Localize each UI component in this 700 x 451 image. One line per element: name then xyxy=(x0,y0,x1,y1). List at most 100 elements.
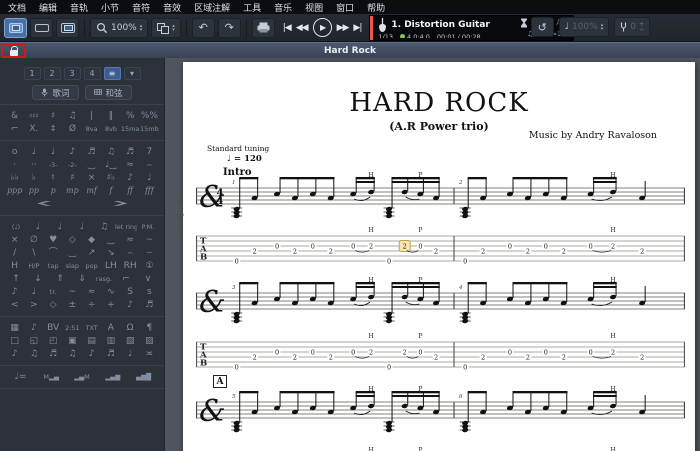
palette-icon[interactable]: ↑ xyxy=(5,273,27,285)
palette-icon[interactable]: ▄▆█ xyxy=(128,371,159,383)
loop-button[interactable]: ↺ xyxy=(530,17,554,37)
palette-icon[interactable]: ▧ xyxy=(121,335,140,347)
palette-icon[interactable]: ♬ xyxy=(44,348,63,360)
palette-icon[interactable]: ♩ xyxy=(44,146,63,158)
palette-icon[interactable]: ↓ xyxy=(27,273,49,285)
palette-icon[interactable]: ≈ xyxy=(121,234,140,246)
palette-icon[interactable]: \ xyxy=(24,247,43,259)
palette-icon[interactable]: ♬ xyxy=(121,146,140,158)
palette-icon[interactable]: H xyxy=(5,260,24,272)
palette-icon[interactable]: let ring xyxy=(115,221,137,233)
palette-icon[interactable]: & xyxy=(5,110,24,122)
palette-icon[interactable]: BV xyxy=(44,322,63,334)
palette-icon[interactable]: ♫ xyxy=(63,348,82,360)
palette-icon[interactable]: ♬ xyxy=(140,299,159,311)
screen-view-button[interactable] xyxy=(30,17,53,38)
speed-control[interactable]: ♩ 100% ▴ ▾ xyxy=(558,17,610,37)
palette-icon[interactable]: tr. xyxy=(44,286,63,298)
palette-icon[interactable]: ·· xyxy=(24,159,43,171)
page-layout-stepper[interactable]: ▴ ▾ xyxy=(172,23,175,32)
palette-icon[interactable]: ◇ xyxy=(44,299,63,311)
palette-icon[interactable]: ♪ xyxy=(24,322,43,334)
palette-icon[interactable]: ♬ xyxy=(82,146,101,158)
palette-icon[interactable]: ⟩ xyxy=(82,198,159,210)
palette-icon[interactable]: ÷ xyxy=(82,299,101,311)
palette-icon[interactable]: ♪ xyxy=(63,146,82,158)
palette-icon[interactable]: ⌢ xyxy=(121,247,140,259)
palette-icon[interactable]: ♪ xyxy=(121,299,140,311)
palette-icon[interactable]: ♯♭ xyxy=(101,172,120,184)
go-to-start-button[interactable]: |◀ xyxy=(283,23,292,33)
palette-icon[interactable]: ♩ xyxy=(27,221,49,233)
palette-icon[interactable]: ⌐ xyxy=(115,273,137,285)
palette-icon[interactable]: ⟨ xyxy=(5,198,82,210)
speed-stepper[interactable]: ▴ ▾ xyxy=(601,23,604,32)
palette-icon[interactable]: ♩ xyxy=(71,221,93,233)
palette-icon[interactable]: ~ xyxy=(63,286,82,298)
palette-icon[interactable]: ≈ xyxy=(82,286,101,298)
palette-icon[interactable]: ∿ xyxy=(101,286,120,298)
palette-icon[interactable]: ♪ xyxy=(5,348,24,360)
voice-button[interactable]: 3 xyxy=(63,67,81,80)
tablature-staff[interactable]: TABHPH020202020202020202022 xyxy=(196,444,685,451)
palette-icon[interactable]: ≍ xyxy=(140,348,159,360)
palette-icon[interactable]: ⇓ xyxy=(71,273,93,285)
palette-icon[interactable]: ♩ xyxy=(49,221,71,233)
palette-icon[interactable]: H/P xyxy=(24,260,43,272)
palette-icon[interactable]: ♫ xyxy=(24,348,43,360)
redo-button[interactable]: ↷ xyxy=(217,17,241,38)
palette-icon[interactable]: < xyxy=(5,299,24,311)
palette-icon[interactable]: ∨ xyxy=(137,273,159,285)
palette-icon[interactable]: ‿ xyxy=(101,234,120,246)
play-button[interactable]: ▶ xyxy=(312,18,332,37)
palette-icon[interactable]: ▨ xyxy=(140,335,159,347)
palette-icon[interactable]: pop xyxy=(82,260,101,272)
palette-icon[interactable]: ♪ xyxy=(5,286,24,298)
lyrics-button[interactable]: 歌词 xyxy=(32,85,79,100)
menu-item[interactable]: 窗口 xyxy=(336,1,354,14)
palette-icon[interactable]: %% xyxy=(140,110,159,122)
palette-icon[interactable]: ♪ xyxy=(121,172,140,184)
transpose-control[interactable]: 0 + − xyxy=(614,17,650,37)
menu-item[interactable]: 小节 xyxy=(101,1,119,14)
palette-icon[interactable]: ♫ xyxy=(101,146,120,158)
voice-button[interactable]: 1 xyxy=(23,67,41,80)
palette-icon[interactable]: f xyxy=(101,185,120,197)
palette-icon[interactable]: p xyxy=(44,185,63,197)
tablature-staff[interactable]: TABHPH020202020202020202022 xyxy=(196,224,685,268)
menu-item[interactable]: 音效 xyxy=(163,1,181,14)
zoom-stepper[interactable]: ▴ ▾ xyxy=(140,23,143,32)
menu-item[interactable]: 音轨 xyxy=(70,1,88,14)
palette-icon[interactable]: ♩ xyxy=(24,146,43,158)
lock-icon[interactable] xyxy=(9,45,18,56)
palette-icon[interactable]: ⌒ xyxy=(44,247,63,259)
palette-icon[interactable]: ¶ xyxy=(140,322,159,334)
palette-icon[interactable]: % xyxy=(121,110,140,122)
palette-icon[interactable]: LH xyxy=(101,260,120,272)
palette-icon[interactable]: × xyxy=(82,172,101,184)
palette-icon[interactable]: -3- xyxy=(44,159,63,171)
collapse-palette-button[interactable]: ▾ xyxy=(123,67,141,80)
palette-icon[interactable]: ▣ xyxy=(63,335,82,347)
undo-button[interactable]: ↶ xyxy=(191,17,215,38)
palette-icon[interactable]: ‿ xyxy=(63,247,82,259)
palette-icon[interactable]: ♥ xyxy=(44,234,63,246)
palette-icon[interactable]: pp xyxy=(24,185,43,197)
palette-icon[interactable]: ♬ xyxy=(101,348,120,360)
palette-icon[interactable]: ▤ xyxy=(82,335,101,347)
palette-icon[interactable]: ♯ xyxy=(44,110,63,122)
palette-icon[interactable]: ‿ xyxy=(82,159,101,171)
palette-icon[interactable]: ♫ xyxy=(63,110,82,122)
notation-staff[interactable]: & 3 4H P H xyxy=(196,273,685,325)
palette-icon[interactable]: ▂▄▆ xyxy=(97,371,128,383)
palette-icon[interactable]: 7 xyxy=(140,146,159,158)
palette-icon[interactable]: ‖ xyxy=(101,110,120,122)
palette-icon[interactable]: 8va xyxy=(82,123,101,135)
palette-icon[interactable]: ♩‿ xyxy=(101,159,120,171)
palette-icon[interactable]: ± xyxy=(63,299,82,311)
chords-button[interactable]: 和弦 xyxy=(84,85,132,100)
multivoice-button[interactable]: ≡ xyxy=(103,67,121,80)
palette-icon[interactable]: RH xyxy=(121,260,140,272)
palette-icon[interactable]: ◱ xyxy=(24,335,43,347)
palette-icon[interactable]: ♩ xyxy=(140,172,159,184)
